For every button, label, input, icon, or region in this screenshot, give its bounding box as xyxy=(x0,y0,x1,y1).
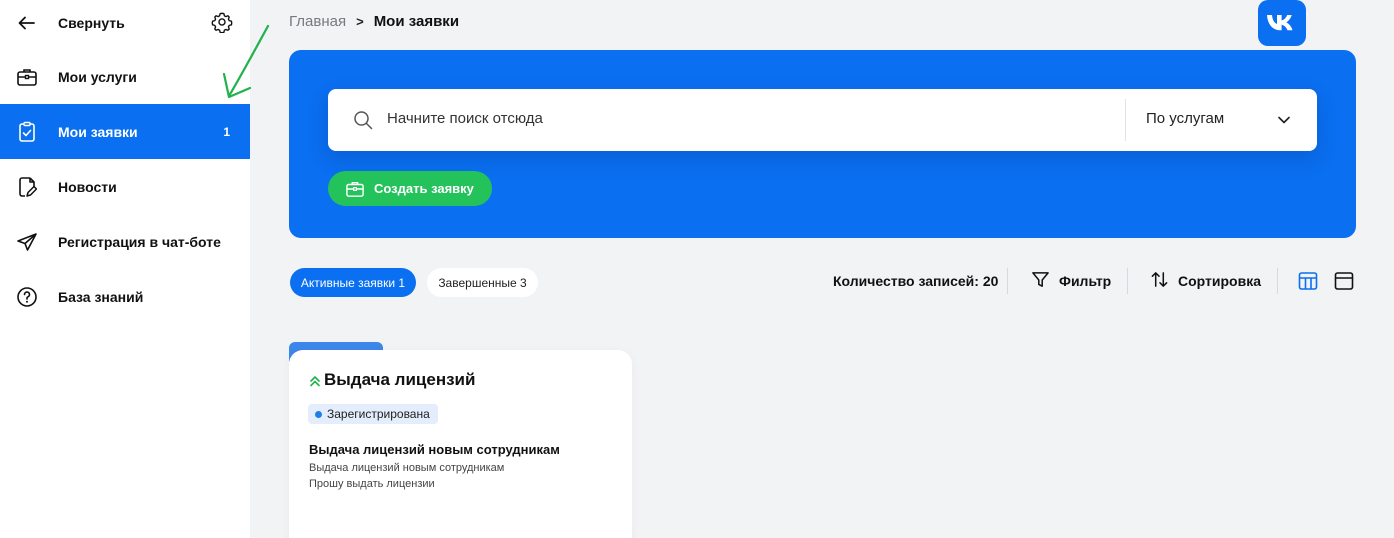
sidebar-item-label: Новости xyxy=(58,178,117,195)
help-circle-icon xyxy=(16,286,38,308)
briefcase-icon xyxy=(16,66,38,88)
send-icon xyxy=(16,231,38,253)
sidebar-item-my-services[interactable]: Мои услуги xyxy=(0,49,250,104)
arrow-left-icon xyxy=(16,12,38,34)
status-dot xyxy=(315,410,322,418)
create-request-button[interactable]: Создать заявку xyxy=(328,171,492,206)
records-count: Количество записей: 20 xyxy=(833,273,999,289)
sort-icon xyxy=(1150,270,1169,292)
toolbar-divider xyxy=(1277,268,1278,294)
sidebar-item-my-requests[interactable]: Мои заявки 1 xyxy=(0,104,250,159)
card-title: Выдача лицензий xyxy=(324,370,476,389)
document-edit-icon xyxy=(16,176,38,198)
sidebar-item-knowledge-base[interactable]: База знаний xyxy=(0,269,250,324)
breadcrumb: Главная > Мои заявки xyxy=(289,13,459,30)
search-scope-select[interactable]: По услугам xyxy=(1126,89,1317,151)
sidebar-item-label: База знаний xyxy=(58,288,144,305)
search-panel: Начните поиск отсюда По услугам Создать … xyxy=(289,50,1356,238)
sidebar: Свернуть Мои услуги Мои заявки 1 Новости… xyxy=(0,0,250,538)
create-request-label: Создать заявку xyxy=(374,181,474,196)
sidebar-item-label: Мои заявки xyxy=(58,123,138,140)
filter-button[interactable]: Фильтр xyxy=(1031,270,1111,292)
filter-icon xyxy=(1031,270,1050,292)
sort-label: Сортировка xyxy=(1178,273,1261,289)
card-subject: Выдача лицензий новым сотрудникам xyxy=(309,442,560,457)
requests-count-badge: 1 xyxy=(223,124,230,139)
search-scope-value: По услугам xyxy=(1146,110,1225,127)
breadcrumb-separator: > xyxy=(356,14,364,29)
sidebar-item-label: Регистрация в чат-боте xyxy=(58,233,221,250)
list-view-icon[interactable] xyxy=(1334,271,1354,291)
sidebar-item-label: Мои услуги xyxy=(58,68,137,85)
briefcase-icon xyxy=(345,180,365,198)
toolbar-divider xyxy=(1007,268,1008,294)
annotation-arrow xyxy=(222,24,270,99)
sidebar-item-news[interactable]: Новости xyxy=(0,159,250,214)
chevron-down-icon xyxy=(1277,113,1291,127)
tab-active-requests[interactable]: Активные заявки 1 xyxy=(290,268,416,297)
sidebar-item-chatbot-registration[interactable]: Регистрация в чат-боте xyxy=(0,214,250,269)
breadcrumb-home-link[interactable]: Главная xyxy=(289,13,346,30)
search-bar: Начните поиск отсюда По услугам xyxy=(328,89,1317,151)
clipboard-check-icon xyxy=(16,121,38,143)
breadcrumb-current: Мои заявки xyxy=(373,13,460,30)
card-description-line: Выдача лицензий новым сотрудникам xyxy=(309,462,505,474)
tab-completed-requests[interactable]: Завершенные 3 xyxy=(427,268,538,297)
toolbar-divider xyxy=(1127,268,1128,294)
collapse-label: Свернуть xyxy=(58,14,125,31)
filter-label: Фильтр xyxy=(1059,273,1112,289)
status-badge: Зарегистрирована xyxy=(308,404,438,424)
sort-button[interactable]: Сортировка xyxy=(1150,270,1261,292)
priority-chevrons-up-icon xyxy=(309,374,321,387)
board-view-icon[interactable] xyxy=(1298,271,1318,291)
card-description-line: Прошу выдать лицензии xyxy=(309,478,435,490)
search-icon xyxy=(353,110,373,130)
status-label: Зарегистрирована xyxy=(327,407,430,421)
vk-logo-icon[interactable] xyxy=(1258,0,1306,46)
request-card[interactable]: Выдача лицензий Зарегистрирована Выдача … xyxy=(289,350,632,538)
search-input[interactable]: Начните поиск отсюда xyxy=(387,110,543,127)
